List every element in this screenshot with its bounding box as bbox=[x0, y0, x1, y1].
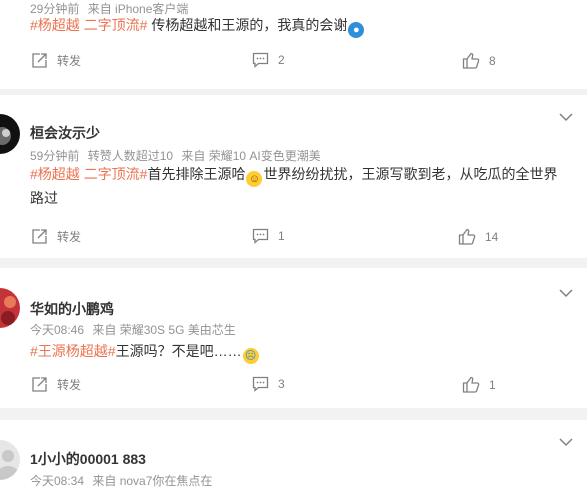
action-bar: 转发 1 14 bbox=[0, 228, 587, 250]
author-name[interactable]: 1小小的00001 883 bbox=[30, 449, 146, 469]
post-card-1: 29分钟前 来自 iPhone客户端 #杨超越 二字顶流# 传杨超越和王源的，我… bbox=[0, 0, 587, 89]
author-name[interactable]: 桓会汝示少 bbox=[30, 123, 100, 143]
post-text: #杨超越 二字顶流# 传杨超越和王源的，我真的会谢 ● bbox=[30, 14, 567, 38]
post-meta: 今天08:46 来自 荣耀30S 5G 美由芯生 bbox=[30, 321, 241, 338]
hashtag-link[interactable]: #杨超越 bbox=[30, 17, 80, 33]
repost-icon bbox=[32, 377, 47, 392]
hashtag-link[interactable]: #王源杨超越# bbox=[30, 343, 116, 359]
repost-icon bbox=[32, 229, 47, 244]
action-bar: 转发 2 8 bbox=[0, 52, 587, 74]
like-icon bbox=[462, 376, 480, 393]
like-count: 14 bbox=[485, 229, 499, 244]
comment-count: 1 bbox=[278, 229, 285, 243]
avatar[interactable] bbox=[0, 440, 20, 480]
comment-button[interactable]: 3 bbox=[252, 376, 285, 392]
post-meta: 59分钟前 转赞人数超过10 来自 荣耀10 AI变色更潮美 bbox=[30, 147, 326, 164]
like-button[interactable]: 14 bbox=[458, 228, 498, 245]
repost-count-note: 转赞人数超过10 bbox=[87, 149, 174, 163]
hashtag-link[interactable]: 二字顶流# bbox=[84, 166, 148, 182]
comment-icon bbox=[252, 228, 269, 244]
source: 来自 荣耀30S 5G 美由芯生 bbox=[92, 323, 236, 337]
repost-button[interactable]: 转发 bbox=[31, 52, 81, 69]
doraemon-emoji-icon: ● bbox=[348, 22, 365, 38]
grin-emoji-icon: ☺ bbox=[246, 171, 263, 187]
source: 来自 荣耀10 AI变色更潮美 bbox=[181, 149, 321, 163]
comment-button[interactable]: 1 bbox=[252, 228, 285, 244]
cry-emoji-icon: ☹ bbox=[242, 348, 259, 364]
like-button[interactable]: 8 bbox=[462, 52, 496, 69]
post-card-3: 华如的小鹏鸡 今天08:46 来自 荣耀30S 5G 美由芯生 #王源杨超越#王… bbox=[0, 268, 587, 408]
repost-button[interactable]: 转发 bbox=[31, 228, 81, 245]
repost-button[interactable]: 转发 bbox=[31, 376, 81, 393]
post-body: 首先排除王源哈 bbox=[147, 166, 246, 182]
avatar[interactable] bbox=[0, 114, 20, 154]
post-card-2: 桓会汝示少 59分钟前 转赞人数超过10 来自 荣耀10 AI变色更潮美 #杨超… bbox=[0, 95, 587, 258]
action-bar: 转发 3 1 bbox=[0, 376, 587, 398]
timestamp: 今天08:46 bbox=[30, 323, 85, 337]
repost-icon bbox=[32, 53, 47, 68]
author-name[interactable]: 华如的小鹏鸡 bbox=[30, 299, 114, 319]
post-body: 王源吗？不是吧…… bbox=[115, 343, 242, 359]
post-meta: 今天08:34 来自 nova7你在焦点在 bbox=[30, 472, 217, 489]
timestamp: 59分钟前 bbox=[30, 149, 80, 163]
hashtag-link[interactable]: 二字顶流# bbox=[84, 17, 148, 33]
timestamp: 今天08:34 bbox=[30, 474, 85, 488]
like-icon bbox=[458, 228, 476, 245]
comment-button[interactable]: 2 bbox=[252, 52, 285, 68]
hashtag-link[interactable]: #杨超越 bbox=[30, 166, 80, 182]
chevron-down-icon[interactable] bbox=[559, 437, 573, 447]
like-count: 1 bbox=[489, 377, 496, 392]
post-body: 传杨超越和王源的，我真的会谢 bbox=[151, 17, 348, 33]
avatar[interactable] bbox=[0, 288, 20, 328]
like-button[interactable]: 1 bbox=[462, 376, 496, 393]
chevron-down-icon[interactable] bbox=[559, 112, 573, 122]
post-card-4: 1小小的00001 883 今天08:34 来自 nova7你在焦点在 bbox=[0, 420, 587, 500]
comment-icon bbox=[252, 52, 269, 68]
chevron-down-icon[interactable] bbox=[559, 288, 573, 298]
post-text: #杨超越 二字顶流#首先排除王源哈 ☺ 世界纷纷扰扰，王源写歌到老，从吃瓜的全世界路… bbox=[30, 163, 567, 209]
post-text: #王源杨超越#王源吗？不是吧…… ☹ bbox=[30, 340, 567, 364]
comment-icon bbox=[252, 376, 269, 392]
comment-count: 3 bbox=[278, 377, 285, 391]
like-icon bbox=[462, 52, 480, 69]
like-count: 8 bbox=[489, 53, 496, 68]
source: 来自 nova7你在焦点在 bbox=[92, 474, 213, 488]
comment-count: 2 bbox=[278, 53, 285, 67]
